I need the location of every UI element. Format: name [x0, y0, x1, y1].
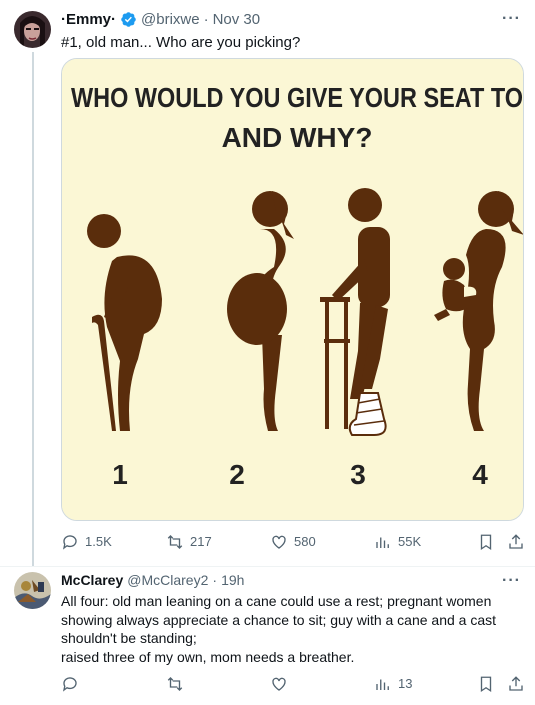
image-headline-line1: WHO WOULD YOU GIVE YOUR SEAT TO — [71, 82, 523, 113]
figure-number-1: 1 — [112, 459, 128, 490]
thread-line — [32, 52, 34, 567]
reply-retweet-button[interactable] — [166, 675, 190, 693]
views-bars-icon — [376, 679, 389, 690]
reply-author-name[interactable]: McClarey — [61, 572, 123, 588]
reply-text-line: shouldn't be standing; — [61, 630, 197, 646]
reply-bookmark-button[interactable] — [477, 675, 501, 693]
reply-text-line: showing always appreciate a chance to si… — [61, 611, 497, 628]
retweet-button[interactable]: 217 — [166, 533, 212, 551]
reply-date[interactable]: 19h — [221, 572, 244, 588]
divider — [0, 566, 535, 567]
reply-actions: 13 — [61, 673, 523, 695]
retweet-icon — [167, 677, 183, 691]
reply-more-dots-icon[interactable]: ··· — [502, 572, 521, 590]
share-button[interactable] — [507, 533, 531, 551]
reply-text-line: All four: old man leaning on a cane coul… — [61, 593, 492, 609]
reply-button[interactable]: 1.5K — [61, 533, 112, 551]
image-headline-line2: AND WHY? — [222, 122, 373, 153]
bookmark-icon — [480, 534, 492, 551]
more-dots-icon[interactable]: ··· — [502, 10, 521, 28]
bookmark-icon — [480, 676, 492, 693]
tweet-image[interactable]: WHO WOULD YOU GIVE YOUR SEAT TO AND WHY? — [61, 58, 524, 521]
tweet-actions: 1.5K 217 580 55K — [61, 531, 523, 553]
author-name[interactable]: ·Emmy· — [61, 11, 116, 28]
tweet-text: #1, old man... Who are you picking? — [61, 34, 301, 51]
views-button[interactable]: 55K — [374, 533, 421, 551]
reply-share-button[interactable] — [507, 675, 531, 693]
figure-number-2: 2 — [229, 459, 245, 490]
verified-badge-icon — [120, 11, 137, 28]
reply-views-count: 13 — [398, 676, 413, 691]
reply-bubble-icon — [62, 677, 77, 692]
share-icon — [509, 534, 523, 549]
tweet-header: ·Emmy· @brixwe · Nov 30 — [61, 11, 260, 28]
reply-author-avatar[interactable] — [14, 572, 51, 609]
heart-icon — [272, 677, 286, 691]
figure-number-3: 3 — [350, 459, 366, 490]
heart-icon — [272, 535, 286, 549]
tweet-date[interactable]: Nov 30 — [213, 11, 261, 28]
like-count: 580 — [294, 534, 316, 549]
retweet-icon — [167, 535, 183, 549]
reply-text-line: raised three of my own, mom needs a brea… — [61, 648, 355, 665]
reply-reply-button[interactable] — [61, 675, 85, 693]
share-icon — [509, 676, 523, 691]
retweet-count: 217 — [190, 534, 212, 549]
author-handle[interactable]: @brixwe — [141, 11, 200, 28]
figure-number-4: 4 — [472, 459, 488, 490]
reply-header: McClarey @McClarey2 · 19h — [61, 572, 244, 588]
views-count: 55K — [398, 534, 422, 549]
seat-infographic: WHO WOULD YOU GIVE YOUR SEAT TO AND WHY? — [62, 59, 523, 520]
reply-like-button[interactable] — [270, 675, 294, 693]
bookmark-button[interactable] — [477, 533, 501, 551]
reply-views-button[interactable]: 13 — [374, 675, 412, 693]
reply-text: All four: old man leaning on a cane coul… — [61, 592, 523, 666]
reply-count: 1.5K — [85, 534, 112, 549]
author-avatar[interactable] — [14, 11, 51, 48]
reply-author-handle[interactable]: @McClarey2 — [127, 572, 208, 588]
reply-bubble-icon — [62, 535, 77, 550]
views-bars-icon — [376, 537, 389, 548]
reply-separator-dot: · — [212, 572, 218, 588]
separator-dot: · — [203, 11, 209, 28]
like-button[interactable]: 580 — [270, 533, 316, 551]
